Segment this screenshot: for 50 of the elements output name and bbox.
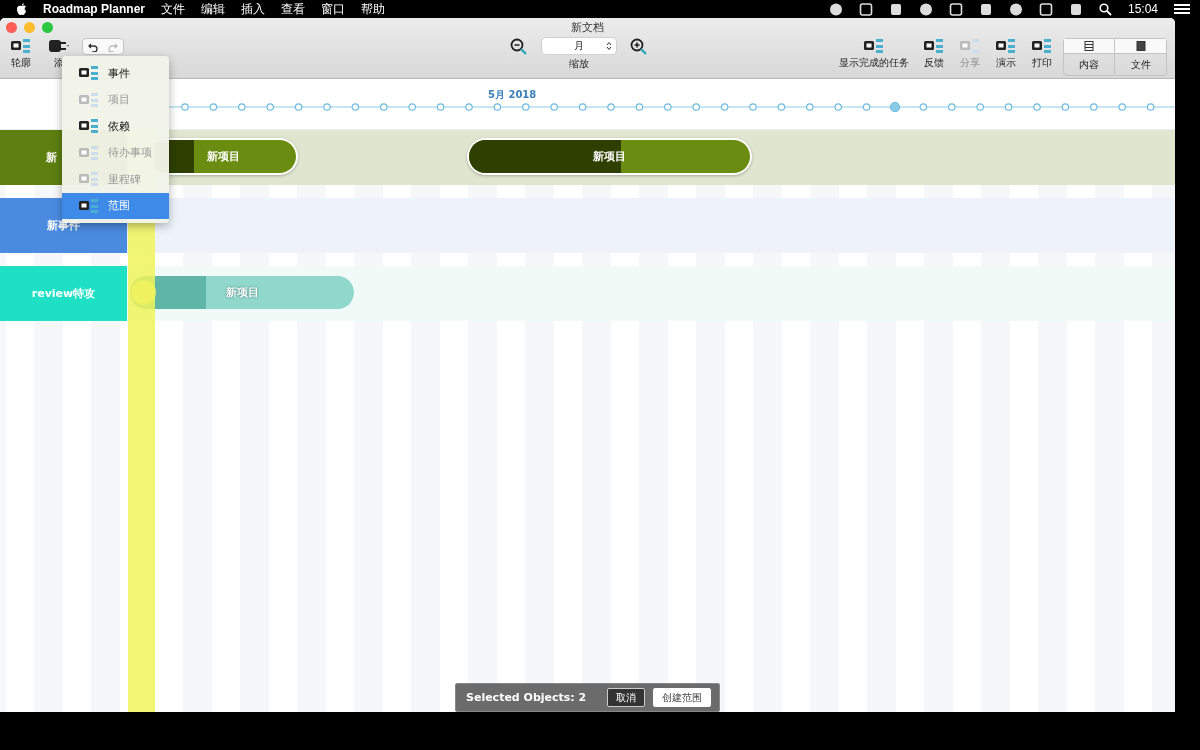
menu-item[interactable]: 编辑: [201, 0, 226, 18]
menu-item[interactable]: 帮助: [361, 0, 386, 18]
undo-icon: [88, 41, 98, 52]
toolbar-button[interactable]: 打印: [1027, 38, 1057, 70]
apple-logo-icon[interactable]: [16, 2, 27, 16]
presentation-icon: [995, 38, 1017, 54]
view-tab[interactable]: 文件: [1115, 38, 1167, 76]
zoom-out-icon[interactable]: [510, 38, 528, 56]
zoom-in-icon[interactable]: [630, 38, 648, 56]
add-item-icon: [78, 197, 100, 214]
menu-item[interactable]: 窗口: [321, 0, 346, 18]
document-icon: [1135, 41, 1146, 51]
menu-item[interactable]: 范围: [62, 192, 169, 219]
print-icon: [1031, 38, 1053, 54]
feedback-icon: [923, 38, 945, 54]
app-menu[interactable]: Roadmap Planner: [43, 2, 146, 16]
close-button[interactable]: [6, 22, 17, 33]
add-item-icon: [78, 144, 100, 161]
selection-count: Selected Objects: 2: [466, 691, 587, 704]
undo-redo-control[interactable]: [82, 38, 124, 55]
zoom-select[interactable]: 月: [542, 38, 616, 54]
month-label: 5月 2018: [488, 88, 537, 102]
create-scope-button[interactable]: 创建范围: [653, 688, 711, 707]
outline-icon: [10, 38, 32, 54]
add-item-icon: [78, 91, 100, 108]
plug-icon: [48, 38, 70, 54]
toolbar-button[interactable]: 演示: [991, 38, 1021, 70]
menu-item[interactable]: 依赖: [62, 113, 169, 140]
toolbar-button[interactable]: 反馈: [919, 38, 949, 70]
search-icon[interactable]: [1098, 2, 1112, 16]
stepper-icon: [606, 41, 612, 51]
add-item-icon: [78, 118, 100, 135]
project-bar[interactable]: 新项目: [469, 140, 750, 173]
add-item-icon: [78, 65, 100, 82]
window-title: 新文档: [571, 21, 604, 34]
share-icon: [959, 38, 981, 54]
zoom-label: 缩放: [569, 57, 589, 71]
toolbar-button[interactable]: 显示完成的任务: [835, 38, 913, 70]
cancel-button[interactable]: 取消: [607, 688, 645, 707]
add-item-icon: [78, 171, 100, 188]
list-icon: [1084, 41, 1094, 51]
task-list-icon: [863, 38, 885, 54]
toolbar-button[interactable]: 轮廓: [6, 38, 36, 70]
redo-icon: [108, 41, 118, 52]
menu-icon[interactable]: [1174, 3, 1190, 15]
menu-item[interactable]: 查看: [281, 0, 306, 18]
view-tab[interactable]: 内容: [1063, 38, 1115, 76]
menu-item[interactable]: 插入: [241, 0, 266, 18]
clock[interactable]: 15:04: [1127, 2, 1158, 16]
menu-item[interactable]: 文件: [161, 0, 186, 18]
